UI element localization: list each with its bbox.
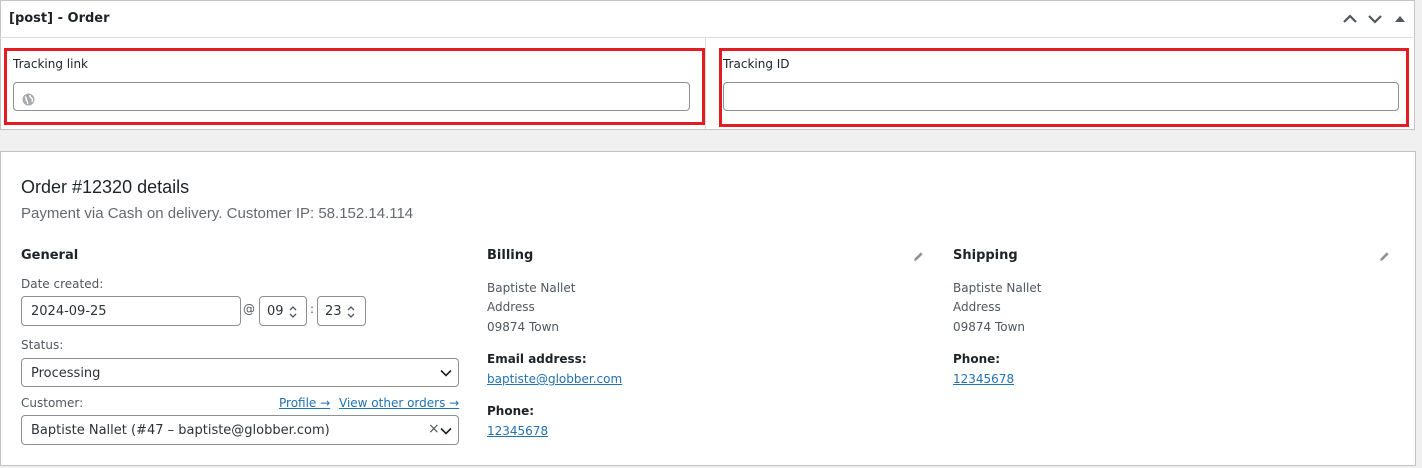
time-colon: : [310, 302, 315, 316]
shipping-name: Baptiste Nallet [953, 281, 1042, 295]
billing-town: 09874 Town [487, 320, 560, 334]
clear-customer-icon[interactable]: × [428, 421, 440, 437]
customer-label: Customer: [21, 396, 84, 410]
status-value: Processing [31, 366, 101, 381]
tracking-id-input[interactable] [723, 82, 1399, 111]
status-label: Status: [21, 338, 64, 352]
tracking-id-label: Tracking ID [723, 57, 790, 71]
order-subtitle: Payment via Cash on delivery. Customer I… [21, 205, 414, 222]
general-heading: General [21, 248, 79, 263]
customer-value: Baptiste Nallet (#47 – baptiste@globber.… [31, 423, 330, 438]
column-divider [705, 38, 706, 129]
status-select[interactable]: Processing [21, 358, 459, 387]
customer-select[interactable]: Baptiste Nallet (#47 – baptiste@globber.… [21, 415, 459, 445]
billing-heading: Billing [487, 248, 534, 263]
hour-value: 09 [267, 304, 284, 319]
hour-stepper-icon[interactable] [287, 303, 299, 325]
billing-phone-link[interactable]: 12345678 [487, 424, 548, 438]
date-created-input[interactable]: 2024-09-25 [21, 296, 241, 326]
date-created-value: 2024-09-25 [31, 304, 107, 319]
minute-stepper-icon[interactable] [345, 303, 357, 325]
date-created-label: Date created: [21, 277, 104, 291]
shipping-phone-label: Phone: [953, 352, 1001, 366]
billing-address: Address [487, 300, 535, 314]
billing-phone-label: Phone: [487, 404, 535, 418]
shipping-address: Address [953, 300, 1001, 314]
at-separator: @ [243, 302, 255, 316]
edit-billing-pencil-icon[interactable] [913, 247, 924, 261]
tracking-link-label: Tracking link [13, 57, 88, 71]
view-other-orders-link[interactable]: View other orders → [339, 396, 459, 410]
metabox-header [0, 0, 1413, 38]
billing-name: Baptiste Nallet [487, 281, 576, 295]
minute-value: 23 [325, 304, 342, 319]
shipping-town: 09874 Town [953, 320, 1026, 334]
shipping-heading: Shipping [953, 248, 1018, 263]
billing-email-link[interactable]: baptiste@globber.com [487, 372, 622, 386]
chevron-up-icon[interactable] [1341, 10, 1359, 28]
metabox-title: [post] - Order [9, 11, 110, 26]
globe-icon [22, 91, 35, 106]
chevron-down-icon[interactable] [1366, 10, 1384, 28]
minute-input[interactable]: 23 [317, 296, 366, 326]
chevron-down-icon [439, 366, 453, 380]
order-title: Order #12320 details [21, 177, 190, 197]
chevron-down-icon [439, 424, 453, 438]
profile-link[interactable]: Profile → [279, 396, 330, 410]
tracking-link-input[interactable] [13, 82, 690, 111]
triangle-up-icon[interactable] [1391, 10, 1409, 28]
billing-email-label: Email address: [487, 352, 587, 366]
edit-shipping-pencil-icon[interactable] [1379, 247, 1390, 261]
hour-input[interactable]: 09 [259, 296, 307, 326]
shipping-phone-link[interactable]: 12345678 [953, 372, 1014, 386]
